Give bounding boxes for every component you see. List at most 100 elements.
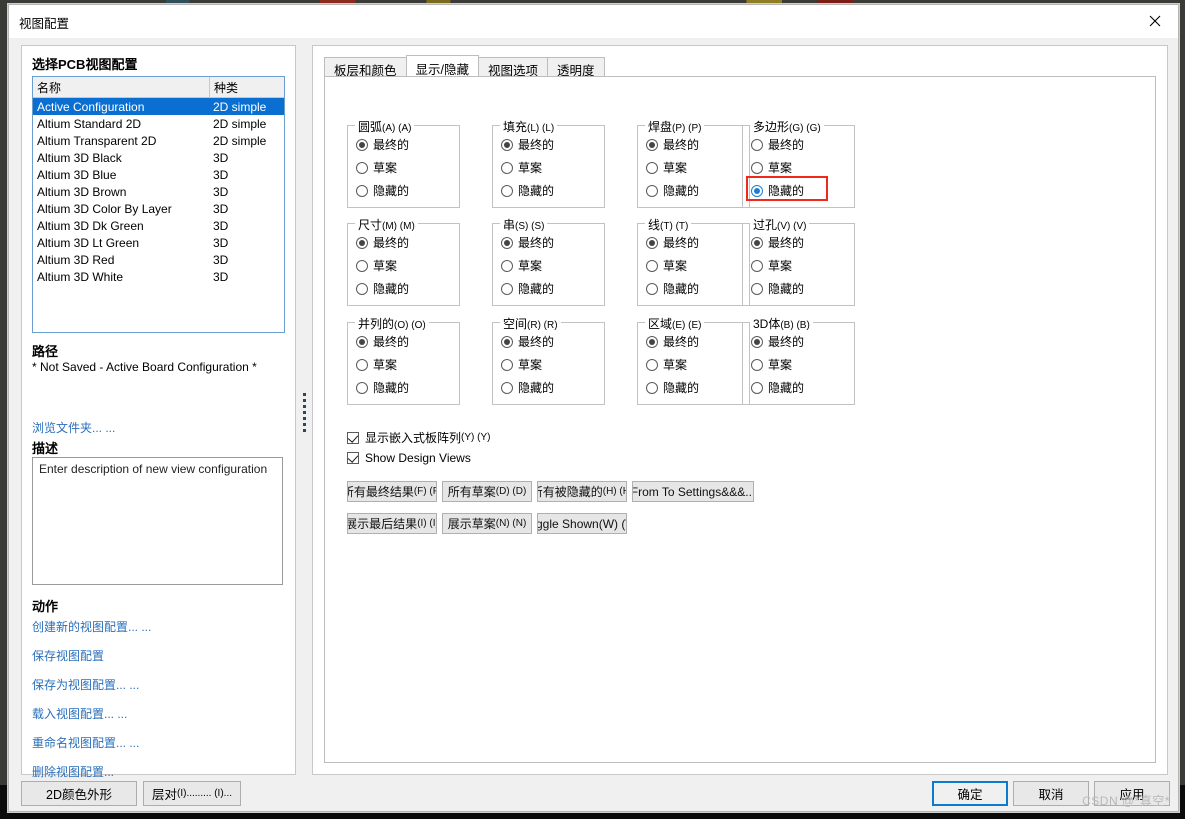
action-link-2[interactable]: 保存为视图配置... ... bbox=[32, 676, 139, 693]
radio-option-1[interactable]: 草案 bbox=[501, 257, 542, 274]
radio-option-0[interactable]: 最终的 bbox=[751, 234, 804, 251]
list-item-name: Active Configuration bbox=[37, 99, 145, 114]
radio-option-0[interactable]: 最终的 bbox=[501, 333, 554, 350]
list-item[interactable]: Active Configuration 2D simple bbox=[33, 98, 284, 115]
radio-option-2[interactable]: 隐藏的 bbox=[501, 379, 554, 396]
checkbox-0[interactable]: 显示嵌入式板阵列 (Y) (Y) bbox=[347, 429, 490, 446]
cancel-button[interactable]: 取消 bbox=[1013, 781, 1089, 806]
radio-option-1[interactable]: 草案 bbox=[646, 159, 687, 176]
radio-option-2[interactable]: 隐藏的 bbox=[501, 280, 554, 297]
list-item[interactable]: Altium Transparent 2D 2D simple bbox=[33, 132, 284, 149]
radio-option-0[interactable]: 最终的 bbox=[646, 234, 699, 251]
list-item[interactable]: Altium 3D Lt Green 3D bbox=[33, 234, 284, 251]
radio-option-2[interactable]: 隐藏的 bbox=[356, 182, 409, 199]
action-link-0[interactable]: 创建新的视图配置... ... bbox=[32, 618, 151, 635]
group-10: 区域(E) (E) 最终的 草案 隐藏的 bbox=[637, 315, 750, 405]
tab-2[interactable]: 视图选项 bbox=[478, 57, 549, 78]
list-item-name: Altium Transparent 2D bbox=[37, 133, 157, 148]
radio-option-1[interactable]: 草案 bbox=[646, 257, 687, 274]
list-item[interactable]: Altium Standard 2D 2D simple bbox=[33, 115, 284, 132]
radio-label: 隐藏的 bbox=[518, 282, 555, 296]
button-2d-color-profile[interactable]: 2D颜色外形 bbox=[21, 781, 137, 806]
group-caption: 并列的(O) (O) bbox=[355, 315, 429, 332]
group-title: 线 bbox=[648, 218, 661, 232]
radio-option-2[interactable]: 隐藏的 bbox=[751, 280, 804, 297]
radio-option-0[interactable]: 最终的 bbox=[751, 333, 804, 350]
bulk-button-0[interactable]: 所有最终结果(F) (F) bbox=[347, 481, 437, 502]
bulk-button-3[interactable]: From To Settings&&&... bbox=[632, 481, 754, 502]
group-title: 并列的 bbox=[358, 317, 395, 331]
group-mnemonic: (M) (M) bbox=[382, 221, 415, 232]
list-item[interactable]: Altium 3D Dk Green 3D bbox=[33, 217, 284, 234]
radio-option-1[interactable]: 草案 bbox=[501, 159, 542, 176]
list-item[interactable]: Altium 3D Red 3D bbox=[33, 251, 284, 268]
button-layer-pairs[interactable]: 层对 (I)......... (I)... bbox=[143, 781, 241, 806]
radio-option-2[interactable]: 隐藏的 bbox=[646, 379, 699, 396]
panel-splitter-handle[interactable] bbox=[302, 390, 308, 432]
radio-option-1[interactable]: 草案 bbox=[751, 356, 792, 373]
radio-option-1[interactable]: 草案 bbox=[646, 356, 687, 373]
radio-label: 最终的 bbox=[518, 236, 555, 250]
radio-label: 最终的 bbox=[373, 335, 410, 349]
radio-option-1[interactable]: 草案 bbox=[356, 356, 397, 373]
radio-option-1[interactable]: 草案 bbox=[501, 356, 542, 373]
radio-indicator bbox=[356, 282, 368, 295]
radio-option-2[interactable]: 隐藏的 bbox=[501, 182, 554, 199]
bulk-button-1[interactable]: 所有草案 (D) (D) bbox=[442, 481, 532, 502]
title-bar: 视图配置 bbox=[9, 5, 1178, 38]
radio-option-2[interactable]: 隐藏的 bbox=[646, 182, 699, 199]
action-link-5[interactable]: 删除视图配置... bbox=[32, 763, 114, 780]
radio-option-0[interactable]: 最终的 bbox=[356, 136, 409, 153]
tab-bar: 板层和颜色 显示/隐藏 视图选项 透明度 bbox=[324, 55, 605, 78]
tab-1[interactable]: 显示/隐藏 bbox=[405, 55, 479, 77]
radio-indicator bbox=[751, 381, 763, 394]
bulk-button-4[interactable]: 展示最后结果 (I) (I) bbox=[347, 513, 437, 534]
bulk-button-mnemonic: (I) (I) bbox=[417, 518, 437, 529]
description-input[interactable]: Enter description of new view configurat… bbox=[32, 457, 283, 585]
bulk-button-6[interactable]: Toggle Shown(W) (W) bbox=[537, 513, 627, 534]
radio-indicator bbox=[356, 138, 368, 151]
list-item[interactable]: Altium 3D White 3D bbox=[33, 268, 284, 285]
radio-label: 最终的 bbox=[518, 138, 555, 152]
radio-option-1[interactable]: 草案 bbox=[751, 257, 792, 274]
ok-button[interactable]: 确定 bbox=[932, 781, 1008, 806]
action-link-1[interactable]: 保存视图配置 bbox=[32, 647, 104, 664]
radio-option-2[interactable]: 隐藏的 bbox=[751, 379, 804, 396]
close-icon[interactable] bbox=[1132, 5, 1178, 36]
radio-option-1[interactable]: 草案 bbox=[356, 257, 397, 274]
panel-heading: 选择PCB视图配置 bbox=[32, 57, 138, 72]
list-item[interactable]: Altium 3D Color By Layer 3D bbox=[33, 200, 284, 217]
list-item-name: Altium 3D Lt Green bbox=[37, 235, 140, 250]
radio-option-0[interactable]: 最终的 bbox=[646, 136, 699, 153]
radio-option-1[interactable]: 草案 bbox=[356, 159, 397, 176]
radio-option-2[interactable]: 隐藏的 bbox=[356, 379, 409, 396]
bulk-button-2[interactable]: 所有被隐藏的(H) (H) bbox=[537, 481, 627, 502]
bulk-button-5[interactable]: 展示草案 (N) (N) bbox=[442, 513, 532, 534]
checkbox-1[interactable]: Show Design Views bbox=[347, 451, 471, 465]
radio-option-2[interactable]: 隐藏的 bbox=[646, 280, 699, 297]
radio-indicator bbox=[751, 335, 763, 348]
radio-option-2[interactable]: 隐藏的 bbox=[356, 280, 409, 297]
action-link-3[interactable]: 载入视图配置... ... bbox=[32, 705, 127, 722]
radio-option-0[interactable]: 最终的 bbox=[646, 333, 699, 350]
list-item[interactable]: Altium 3D Black 3D bbox=[33, 149, 284, 166]
group-title: 填充 bbox=[503, 120, 528, 134]
tab-0[interactable]: 板层和颜色 bbox=[324, 57, 407, 78]
radio-indicator bbox=[356, 335, 368, 348]
list-item-name: Altium 3D Dk Green bbox=[37, 218, 144, 233]
bulk-button-label: 所有最终结果 bbox=[347, 485, 414, 499]
browse-folder-link[interactable]: 浏览文件夹... ... bbox=[32, 419, 115, 436]
tab-3[interactable]: 透明度 bbox=[547, 57, 605, 78]
radio-option-0[interactable]: 最终的 bbox=[356, 234, 409, 251]
radio-option-0[interactable]: 最终的 bbox=[356, 333, 409, 350]
bulk-button-mnemonic: (D) (D) bbox=[495, 486, 527, 497]
radio-option-0[interactable]: 最终的 bbox=[751, 136, 804, 153]
radio-option-1[interactable]: 草案 bbox=[751, 159, 792, 176]
radio-option-0[interactable]: 最终的 bbox=[501, 234, 554, 251]
checkbox-mnemonic: (Y) (Y) bbox=[461, 432, 491, 443]
radio-option-0[interactable]: 最终的 bbox=[501, 136, 554, 153]
list-item[interactable]: Altium 3D Blue 3D bbox=[33, 166, 284, 183]
list-item[interactable]: Altium 3D Brown 3D bbox=[33, 183, 284, 200]
configuration-list[interactable]: 名称 种类 Active Configuration 2D simple Altiu… bbox=[32, 76, 285, 333]
action-link-4[interactable]: 重命名视图配置... ... bbox=[32, 734, 139, 751]
